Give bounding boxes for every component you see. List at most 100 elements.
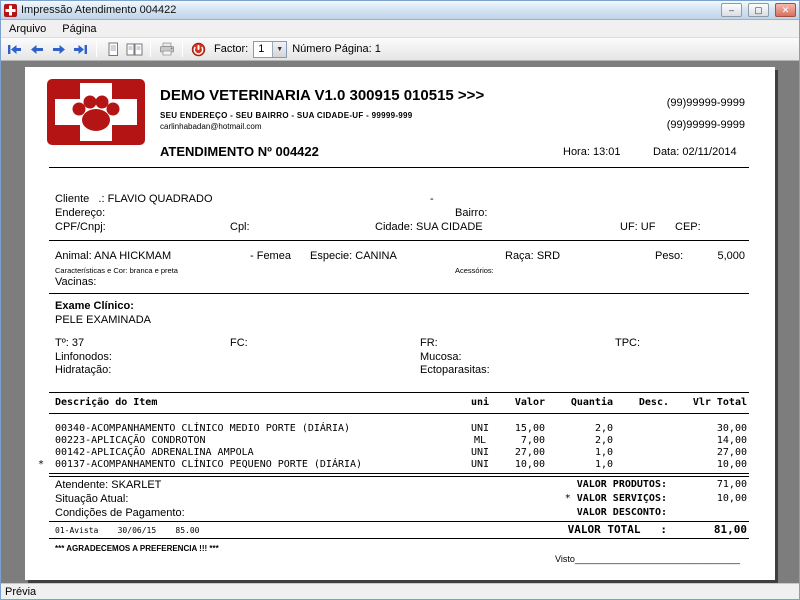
raca-value: SRD — [536, 250, 561, 262]
exit-preview-button[interactable] — [188, 40, 209, 59]
hidratacao-label: Hidratação: — [55, 364, 112, 376]
item-valor: 27,00 — [514, 447, 545, 458]
clinic-email: carlinhabadan@hotmail.com — [160, 122, 262, 131]
document-title: ATENDIMENTO Nº 004422 — [160, 144, 319, 159]
exame-clinico-title: Exame Clínico: — [55, 300, 134, 312]
total-label: VALOR PRODUTOS: — [576, 479, 667, 490]
status-text: Prévia — [5, 585, 37, 598]
linfonodos-label: Linfonodos: — [55, 351, 112, 363]
factor-label: Factor: — [214, 43, 249, 55]
menubar: Arquivo Página — [1, 20, 799, 38]
single-page-view-button[interactable] — [102, 40, 123, 59]
factor-select[interactable]: 1 ▼ — [253, 40, 288, 58]
titlebar[interactable]: Impressão Atendimento 004422 – ▢ ✕ — [1, 1, 799, 20]
report-page: DEMO VETERINARIA V1.0 300915 010515 >>> … — [25, 67, 775, 580]
col-header-vlr-total: Vlr Total — [692, 397, 747, 408]
print-button[interactable] — [156, 40, 177, 59]
item-quantia: 2,0 — [594, 423, 613, 434]
item-quantia: 1,0 — [594, 459, 613, 470]
total-label: VALOR DESCONTO: — [576, 507, 667, 518]
divider — [49, 167, 749, 168]
printer-icon — [159, 42, 174, 56]
data-value: Data: 02/11/2014 — [653, 146, 737, 158]
next-page-arrow-icon — [52, 44, 65, 54]
clinic-name: DEMO VETERINARIA V1.0 300915 010515 >>> — [160, 87, 485, 104]
item-descricao: 00142-APLICAÇÃO ADRENALINA AMPOLA — [55, 447, 254, 458]
situacao-atual-label: Situação Atual: — [55, 493, 129, 505]
cliente-row: Cliente .: FLAVIO QUADRADO — [55, 193, 213, 205]
total-mark — [556, 523, 568, 536]
item-row: 00340-ACOMPANHAMENTO CLÍNICO MEDIO PORTE… — [25, 423, 775, 435]
cliente-label: Cliente .: — [55, 193, 105, 205]
item-row: 00223-APLICAÇÃO CONDROTON ML 7,00 2,0 14… — [25, 435, 775, 447]
items-header-row: Descrição do Item uni Valor Quantia Desc… — [25, 397, 775, 409]
total-label: VALOR SERVIÇOS: — [576, 493, 667, 504]
last-page-arrow-icon — [74, 44, 87, 54]
col-header-valor: Valor — [514, 397, 545, 408]
maximize-button[interactable]: ▢ — [748, 3, 769, 17]
divider — [49, 240, 749, 241]
single-page-view-icon — [108, 42, 118, 56]
menu-arquivo[interactable]: Arquivo — [1, 22, 54, 36]
animal-label: Animal: — [55, 250, 92, 262]
toolbar-separator — [96, 41, 97, 57]
window-title: Impressão Atendimento 004422 — [21, 4, 177, 16]
previous-page-arrow-icon — [30, 44, 43, 54]
cidade-value: SUA CIDADE — [415, 221, 483, 233]
visto-line: Visto_________________________________ — [555, 554, 741, 564]
item-valor: 7,00 — [520, 435, 545, 446]
last-page-button[interactable] — [70, 40, 91, 59]
endereco-label: Endereço: — [55, 207, 106, 219]
ectoparasitas-label: Ectoparasitas: — [420, 364, 490, 376]
item-total: 30,00 — [716, 423, 747, 434]
item-total: 14,00 — [716, 435, 747, 446]
total-row-grand: VALOR TOTAL : 81,00 — [556, 523, 747, 536]
next-page-button[interactable] — [48, 40, 69, 59]
item-quantia: 1,0 — [594, 447, 613, 458]
divider — [49, 521, 749, 522]
divider — [49, 392, 749, 393]
first-page-button[interactable] — [4, 40, 25, 59]
statusbar: Prévia — [1, 583, 799, 599]
temperatura: Tº: 37 — [55, 337, 85, 349]
app-icon — [4, 3, 17, 17]
especie-row: Especie: CANINA — [310, 250, 397, 262]
first-page-arrow-icon — [8, 44, 21, 54]
item-total: 27,00 — [716, 447, 747, 458]
toolbar: Factor: 1 ▼ Número Página: 1 — [1, 38, 799, 61]
pagamento-line: 01-Avista 30/06/15 85.00 — [55, 526, 200, 535]
col-header-descricao: Descrição do Item — [55, 397, 158, 408]
total-row: * VALOR SERVIÇOS: 10,00 — [565, 493, 747, 504]
menu-pagina[interactable]: Página — [54, 22, 104, 36]
total-mark — [565, 507, 577, 518]
item-descricao: 00137-ACOMPANHAMENTO CLÍNICO PEQUENO POR… — [55, 459, 363, 470]
total-mark: * — [564, 493, 571, 504]
total-value: 71,00 — [716, 479, 747, 490]
close-button[interactable]: ✕ — [775, 3, 796, 17]
fr-label: FR: — [420, 337, 438, 349]
animal-row: Animal: ANA HICKMAM — [55, 250, 171, 262]
animal-sexo: - Femea — [250, 250, 291, 262]
item-row: * 00137-ACOMPANHAMENTO CLÍNICO PEQUENO P… — [25, 459, 775, 471]
previous-page-button[interactable] — [26, 40, 47, 59]
cliente-dash: - — [430, 193, 434, 205]
total-label: VALOR TOTAL : — [567, 523, 667, 536]
chevron-down-icon[interactable]: ▼ — [272, 41, 287, 57]
factor-value: 1 — [258, 43, 265, 55]
cep-label: CEP: — [675, 221, 701, 233]
cliente-value: FLAVIO QUADRADO — [107, 193, 213, 205]
divider — [49, 473, 749, 474]
two-page-view-button[interactable] — [124, 40, 145, 59]
vacinas-label: Vacinas: — [55, 276, 97, 288]
exit-preview-icon — [191, 42, 206, 56]
item-descricao: 00340-ACOMPANHAMENTO CLÍNICO MEDIO PORTE… — [55, 423, 351, 434]
minimize-button[interactable]: – — [721, 3, 742, 17]
total-row: VALOR DESCONTO: — [565, 507, 747, 518]
mucosa-label: Mucosa: — [420, 351, 462, 363]
condicoes-pagamento-label: Condições de Pagamento: — [55, 507, 185, 519]
clinic-logo-paw-cross-icon — [47, 79, 145, 145]
divider — [49, 476, 749, 477]
uf-label: UF: — [620, 221, 638, 233]
item-descricao: 00223-APLICAÇÃO CONDROTON — [55, 435, 206, 446]
cpf-label: CPF/Cnpj: — [55, 221, 106, 233]
